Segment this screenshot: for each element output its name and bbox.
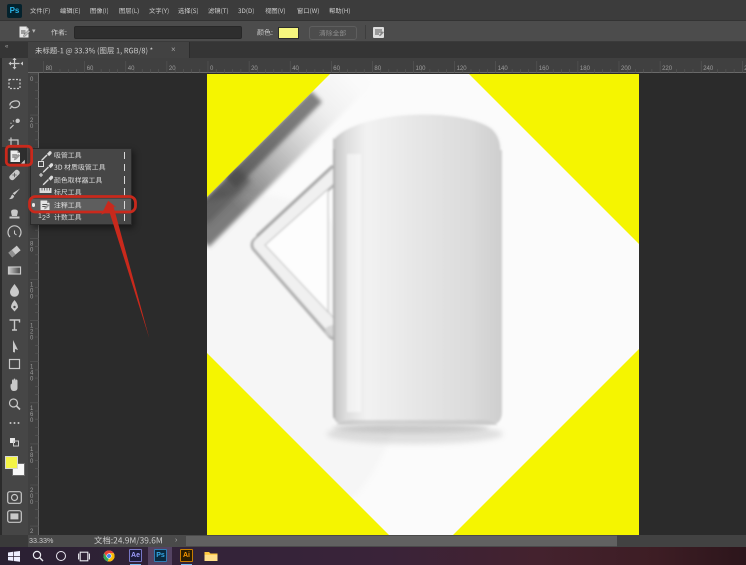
- svg-text:3: 3: [46, 213, 50, 220]
- svg-text:0: 0: [30, 336, 34, 342]
- svg-text:0: 0: [30, 295, 34, 301]
- svg-text:0: 0: [30, 77, 34, 83]
- svg-text:0: 0: [30, 459, 34, 465]
- svg-text:180: 180: [580, 66, 591, 72]
- svg-text:0: 0: [30, 418, 34, 424]
- svg-text:0: 0: [210, 66, 214, 72]
- svg-text:20: 20: [251, 66, 258, 72]
- svg-text:0: 0: [30, 124, 34, 130]
- svg-text:140: 140: [498, 66, 509, 72]
- svg-text:120: 120: [457, 66, 468, 72]
- svg-text:220: 220: [662, 66, 673, 72]
- svg-text:80: 80: [46, 66, 53, 72]
- svg-text:40: 40: [292, 66, 299, 72]
- svg-text:60: 60: [87, 66, 94, 72]
- svg-text:60: 60: [333, 66, 340, 72]
- svg-text:20: 20: [169, 66, 176, 72]
- svg-text:0: 0: [30, 500, 34, 506]
- svg-text:200: 200: [621, 66, 632, 72]
- svg-text:100: 100: [416, 66, 427, 72]
- svg-text:240: 240: [703, 66, 714, 72]
- svg-text:40: 40: [128, 66, 135, 72]
- svg-text:160: 160: [539, 66, 550, 72]
- svg-text:0: 0: [30, 247, 34, 253]
- svg-text:0: 0: [30, 377, 34, 383]
- svg-text:80: 80: [374, 66, 381, 72]
